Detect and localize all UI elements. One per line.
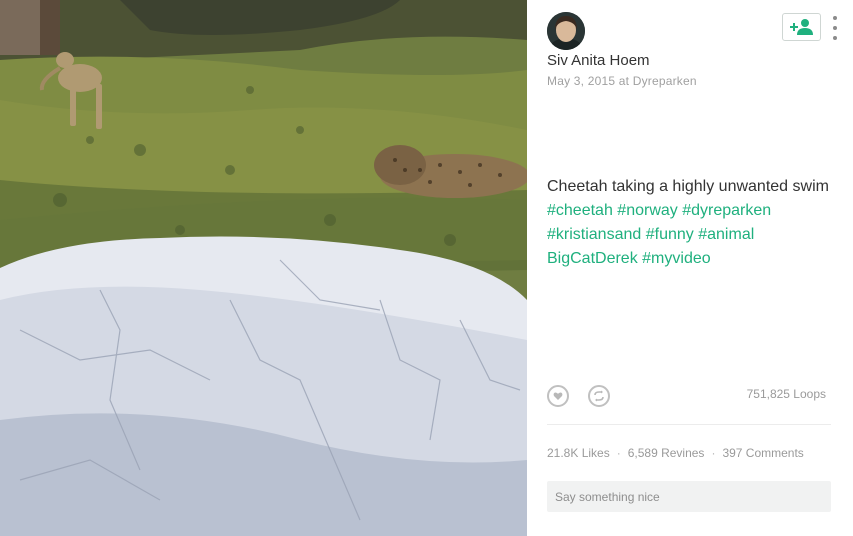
add-user-icon — [789, 19, 813, 35]
hashtag-link[interactable]: #cheetah — [547, 202, 613, 219]
loop-count: 751,825 Loops — [746, 387, 826, 401]
avatar-image — [547, 12, 585, 50]
hashtag-link[interactable]: #animal — [698, 226, 754, 243]
video-player[interactable] — [0, 0, 527, 536]
follow-button[interactable] — [782, 13, 821, 41]
description-text: Cheetah taking a highly unwanted swim — [547, 178, 829, 195]
kebab-menu-icon — [833, 16, 837, 20]
vine-post-viewer: Siv Anita Hoem May 3, 2015 at Dyreparken… — [0, 0, 853, 536]
like-button[interactable] — [547, 385, 569, 407]
revine-button[interactable] — [588, 385, 610, 407]
revines-count[interactable]: 6,589 Revines — [628, 446, 705, 460]
revine-icon — [594, 390, 604, 402]
post-date-location: May 3, 2015 at Dyreparken — [547, 74, 697, 88]
likes-count[interactable]: 21.8K Likes — [547, 446, 610, 460]
mention-link[interactable]: BigCatDerek — [547, 250, 638, 267]
divider — [547, 424, 831, 425]
avatar[interactable] — [547, 12, 585, 50]
post-details-panel: Siv Anita Hoem May 3, 2015 at Dyreparken… — [527, 0, 853, 536]
more-options-button[interactable] — [831, 16, 839, 40]
video-frame-image — [0, 0, 527, 536]
hashtag-link[interactable]: #norway — [617, 202, 677, 219]
hashtag-link[interactable]: #funny — [646, 226, 694, 243]
engagement-stats: 21.8K Likes · 6,589 Revines · 397 Comments — [547, 446, 804, 460]
separator-dot: · — [711, 446, 716, 460]
post-description: Cheetah taking a highly unwanted swim #c… — [547, 175, 837, 271]
comments-count[interactable]: 397 Comments — [722, 446, 803, 460]
separator-dot: · — [616, 446, 621, 460]
hashtag-link[interactable]: #dyreparken — [682, 202, 771, 219]
author-name[interactable]: Siv Anita Hoem — [547, 52, 650, 69]
heart-icon — [553, 392, 563, 400]
hashtag-link[interactable]: #kristiansand — [547, 226, 641, 243]
hashtag-link[interactable]: #myvideo — [642, 250, 710, 267]
comment-input[interactable] — [547, 481, 831, 512]
